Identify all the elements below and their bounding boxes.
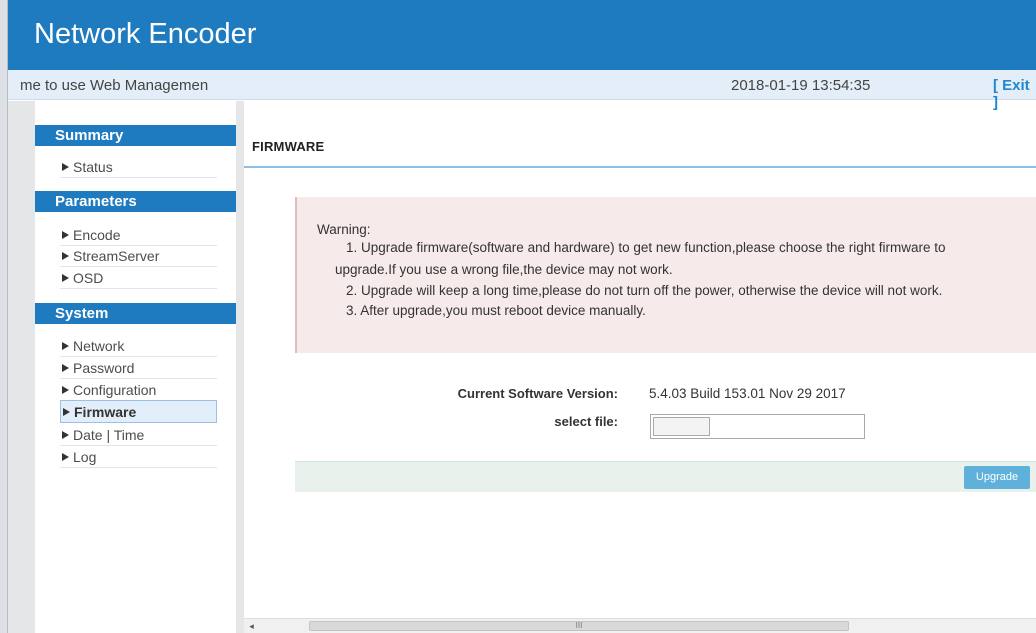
- sidebar-item-network[interactable]: Network: [60, 335, 217, 357]
- sidebar-item-streamserver[interactable]: StreamServer: [60, 245, 217, 267]
- sidebar: Summary Status Parameters Encode StreamS…: [8, 101, 244, 633]
- main-content: FIRMWARE Warning: 1. Upgrade firmware(so…: [244, 101, 1036, 633]
- warning-line-2: upgrade.If you use a wrong file,the devi…: [335, 262, 673, 277]
- app-header: Network Encoder: [8, 0, 1036, 70]
- warning-line-4: 3. After upgrade,you must reboot device …: [346, 303, 646, 318]
- warning-line-3: 2. Upgrade will keep a long time,please …: [346, 283, 943, 298]
- sidebar-item-encode[interactable]: Encode: [60, 224, 217, 246]
- horizontal-scrollbar[interactable]: ◂ III: [244, 618, 1036, 633]
- triangle-right-icon: [62, 274, 69, 282]
- app-title: Network Encoder: [34, 18, 257, 50]
- welcome-marquee: me to use Web Managemen: [20, 77, 209, 94]
- action-bar: Upgrade: [295, 461, 1036, 492]
- sidebar-item-status[interactable]: Status: [60, 156, 217, 178]
- select-file-label: select file:: [554, 414, 618, 429]
- scroll-left-icon[interactable]: ◂: [244, 619, 259, 633]
- page-title: FIRMWARE: [252, 139, 325, 154]
- triangle-right-icon: [62, 453, 69, 461]
- warning-box: Warning: 1. Upgrade firmware(software an…: [295, 197, 1036, 353]
- triangle-right-icon: [62, 431, 69, 439]
- current-version-label: Current Software Version:: [457, 386, 618, 401]
- status-bar: me to use Web Managemen 2018-01-19 13:54…: [8, 70, 1036, 111]
- triangle-right-icon: [62, 342, 69, 350]
- sidebar-section-summary: Summary: [35, 125, 236, 146]
- scrollbar-thumb[interactable]: III: [309, 621, 849, 631]
- sidebar-item-password[interactable]: Password: [60, 357, 217, 379]
- triangle-right-icon: [62, 386, 69, 394]
- choose-file-button[interactable]: [653, 417, 710, 436]
- sidebar-item-firmware[interactable]: Firmware: [60, 400, 217, 423]
- title-divider: [244, 166, 1036, 168]
- sidebar-item-log[interactable]: Log: [60, 446, 217, 468]
- sidebar-section-parameters: Parameters: [35, 191, 236, 212]
- warning-line-1: 1. Upgrade firmware(software and hardwar…: [346, 240, 946, 255]
- triangle-right-icon: [63, 408, 70, 416]
- current-version-value: 5.4.03 Build 153.01 Nov 29 2017: [649, 386, 846, 401]
- file-input[interactable]: [650, 414, 865, 439]
- system-datetime: 2018-01-19 13:54:35: [731, 77, 871, 94]
- sidebar-section-system: System: [35, 303, 236, 324]
- triangle-right-icon: [62, 364, 69, 372]
- window-left-edge: [0, 0, 8, 633]
- sidebar-item-osd[interactable]: OSD: [60, 267, 217, 289]
- triangle-right-icon: [62, 252, 69, 260]
- triangle-right-icon: [62, 163, 69, 171]
- sidebar-item-configuration[interactable]: Configuration: [60, 379, 217, 401]
- sidebar-item-date-time[interactable]: Date | Time: [60, 424, 217, 446]
- upgrade-button[interactable]: Upgrade: [964, 466, 1030, 489]
- warning-heading: Warning:: [317, 222, 371, 237]
- triangle-right-icon: [62, 231, 69, 239]
